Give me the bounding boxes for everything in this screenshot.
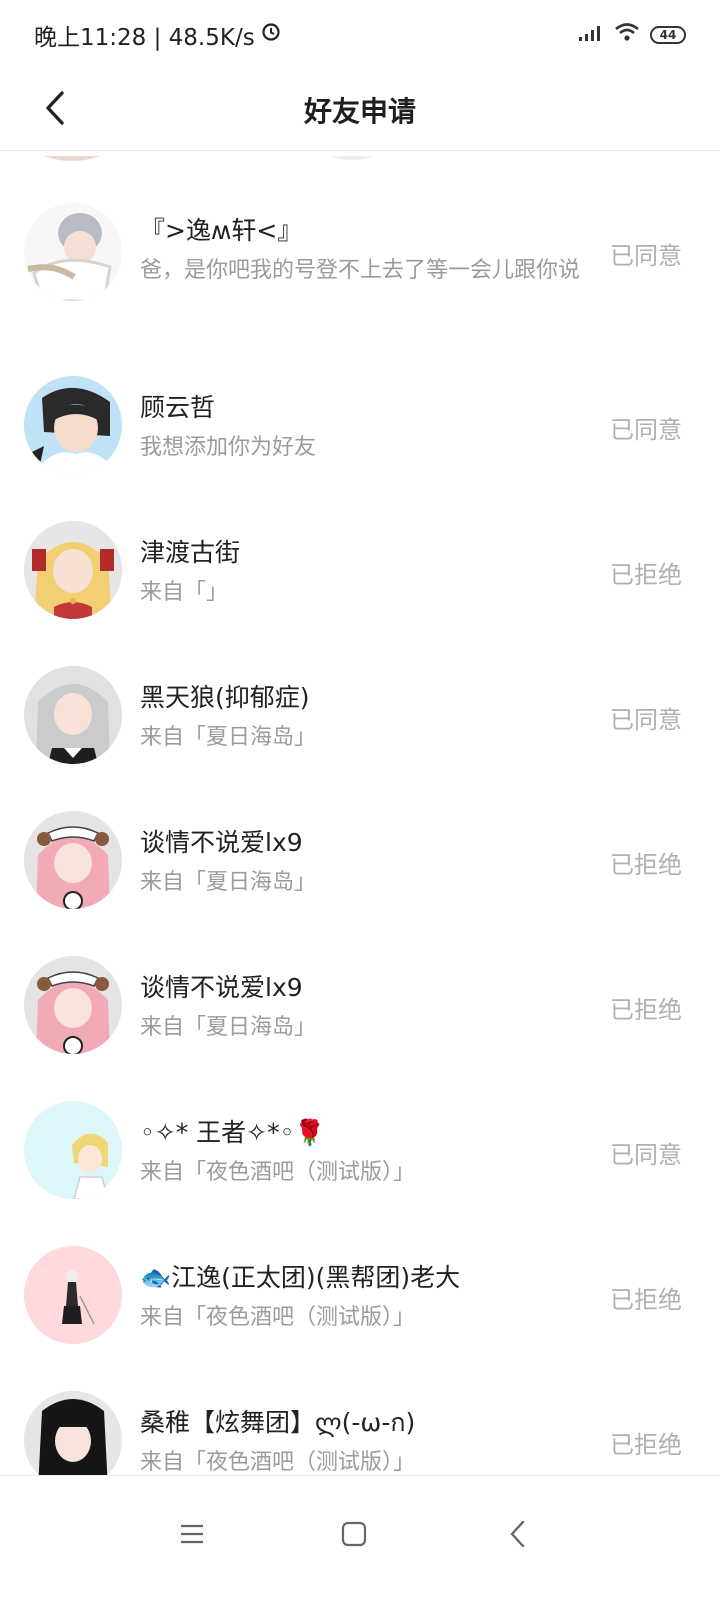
requester-name: 谈情不说爱lx9 (140, 973, 303, 1002)
requester-name: ◦✧* 王者✧*◦🌹 (140, 1118, 326, 1147)
request-status: 已拒绝 (610, 1286, 682, 1314)
request-message: 来自「夜色酒吧（测试版）」 (140, 1305, 416, 1330)
home-button[interactable] (324, 1506, 384, 1566)
requester-name: 🐟江逸(正太团)(黑帮团)老大 (140, 1263, 461, 1292)
header: 好友申请 (0, 70, 720, 151)
request-item[interactable]: 谈情不说爱lx9 来自「夏日海岛」 已拒绝 (0, 801, 720, 931)
request-status: 已拒绝 (610, 1431, 682, 1459)
request-item[interactable]: ◦✧* 王者✧*◦🌹 来自「夜色酒吧（测试版）」 已同意 (0, 1091, 720, 1221)
status-right: 44 (578, 22, 686, 48)
request-item[interactable]: 顾云哲 我想添加你为好友 已同意 (0, 366, 720, 496)
request-text: 黑天狼(抑郁症) 来自「夏日海岛」 (140, 680, 580, 758)
request-message: 来自「夏日海岛」 (140, 725, 317, 750)
avatar (24, 1391, 122, 1475)
requester-name: 桑稚【炫舞团】ლ(-ω-ก) (140, 1408, 416, 1437)
wifi-icon (614, 22, 640, 48)
avatar (24, 1246, 122, 1344)
request-message: 来自「夜色酒吧（测试版）」 (140, 1160, 416, 1185)
avatar (24, 203, 122, 301)
request-item[interactable]: 津渡古街 来自「」 已拒绝 (0, 511, 720, 641)
request-text: 🐟江逸(正太团)(黑帮团)老大 来自「夜色酒吧（测试版）」 (140, 1260, 580, 1338)
requester-name: 『>逸ʍ轩<』 (140, 216, 303, 245)
menu-icon (179, 1522, 205, 1550)
request-message: 来自「夜色酒吧（测试版）」 (140, 1450, 416, 1475)
nav-back-button[interactable] (488, 1506, 548, 1566)
request-status: 已拒绝 (610, 996, 682, 1024)
requester-name: 黑天狼(抑郁症) (140, 683, 310, 712)
request-status: 已同意 (610, 242, 682, 270)
request-text: 谈情不说爱lx9 来自「夏日海岛」 (140, 970, 580, 1048)
avatar (24, 811, 122, 909)
battery-indicator: 44 (650, 26, 686, 44)
request-message: 来自「」 (140, 580, 229, 605)
request-item[interactable]: 『>逸ʍ轩<』 爸，是你吧我的号登不上去了等一会儿跟你说 已同意 (0, 191, 720, 351)
menu-button[interactable] (162, 1506, 222, 1566)
request-item[interactable]: 谈情不说爱lx9 来自「夏日海岛」 已拒绝 (0, 946, 720, 1076)
avatar (24, 956, 122, 1054)
request-text: 『>逸ʍ轩<』 爸，是你吧我的号登不上去了等一会儿跟你说 (140, 213, 580, 291)
request-text: 顾云哲 我想添加你为好友 (140, 390, 580, 468)
partial-list-item (0, 151, 720, 161)
avatar (24, 666, 122, 764)
chevron-left-icon (42, 90, 70, 130)
request-status: 已拒绝 (610, 851, 682, 879)
status-left: 晚上11:28 | 48.5K/s (34, 18, 281, 52)
request-status: 已同意 (610, 416, 682, 444)
alarm-icon (261, 22, 281, 48)
requester-name: 津渡古街 (140, 538, 241, 567)
home-icon (341, 1521, 367, 1551)
request-item[interactable]: 🐟江逸(正太团)(黑帮团)老大 来自「夜色酒吧（测试版）」 已拒绝 (0, 1236, 720, 1366)
request-status: 已同意 (610, 706, 682, 734)
request-text: 津渡古街 来自「」 (140, 535, 580, 613)
requester-name: 谈情不说爱lx9 (140, 828, 303, 857)
request-message: 爸，是你吧我的号登不上去了等一会儿跟你说 (140, 258, 581, 283)
request-message: 来自「夏日海岛」 (140, 870, 317, 895)
page-title: 好友申请 (303, 95, 416, 128)
back-icon (508, 1519, 528, 1553)
signal-icon (578, 22, 604, 48)
request-message: 我想添加你为好友 (140, 435, 317, 460)
status-bar: 晚上11:28 | 48.5K/s 44 (0, 0, 720, 70)
system-nav-bar (0, 1475, 720, 1601)
request-item[interactable]: 桑稚【炫舞团】ლ(-ω-ก) 来自「夜色酒吧（测试版）」 已拒绝 (0, 1381, 720, 1475)
status-time-speed: 晚上11:28 | 48.5K/s (34, 25, 255, 51)
back-button[interactable] (28, 82, 84, 138)
request-text: ◦✧* 王者✧*◦🌹 来自「夜色酒吧（测试版）」 (140, 1115, 580, 1193)
avatar (24, 376, 122, 474)
request-message: 来自「夏日海岛」 (140, 1015, 317, 1040)
avatar (24, 1101, 122, 1199)
request-text: 谈情不说爱lx9 来自「夏日海岛」 (140, 825, 580, 903)
avatar (24, 521, 122, 619)
request-status: 已同意 (610, 1141, 682, 1169)
request-item[interactable]: 黑天狼(抑郁症) 来自「夏日海岛」 已同意 (0, 656, 720, 786)
request-status: 已拒绝 (610, 561, 682, 589)
friend-request-list: 『>逸ʍ轩<』 爸，是你吧我的号登不上去了等一会儿跟你说 已同意 顾云哲 我想添… (0, 151, 720, 1475)
request-text: 桑稚【炫舞团】ლ(-ω-ก) 来自「夜色酒吧（测试版）」 (140, 1405, 580, 1475)
requester-name: 顾云哲 (140, 393, 216, 422)
